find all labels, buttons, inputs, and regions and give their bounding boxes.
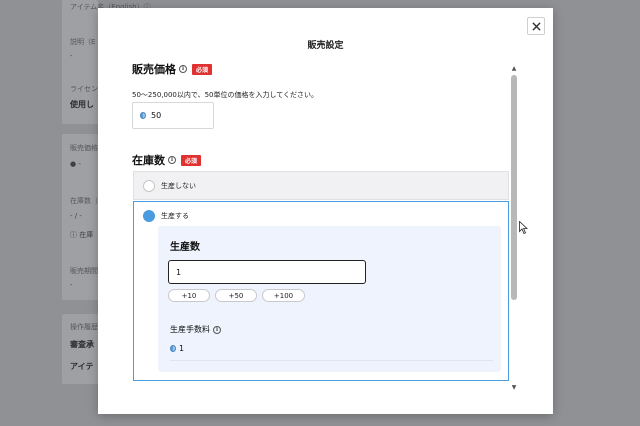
option-produce[interactable]: 生産する 生産数 1 +10 +50 +100 生産手数料 i 1 bbox=[133, 201, 509, 381]
price-heading: 販売価格 i 必須 bbox=[132, 61, 213, 77]
option-produce-header: 生産する bbox=[143, 210, 189, 222]
bg-description-value: - bbox=[70, 52, 73, 60]
production-quantity-input[interactable]: 1 bbox=[168, 260, 366, 284]
bg-description-label: 説明（E bbox=[70, 38, 96, 46]
coin-icon bbox=[140, 112, 146, 119]
add-50-button[interactable]: +50 bbox=[215, 289, 257, 302]
radio-produce[interactable] bbox=[143, 210, 155, 222]
scroll-up-arrow-icon[interactable]: ▲ bbox=[511, 66, 517, 72]
bg-price-label: 販売価格 bbox=[70, 144, 98, 152]
production-fee-label: 生産手数料 i bbox=[170, 324, 221, 335]
radio-no-production[interactable] bbox=[143, 179, 155, 192]
sales-settings-dialog: 販売設定 販売価格 i 必須 50〜250,000以内で、50単位の価格を入力し… bbox=[98, 8, 553, 414]
production-fee-amount: 1 bbox=[179, 344, 185, 353]
price-value: 50 bbox=[151, 111, 162, 120]
dialog-scroll-area[interactable]: 販売価格 i 必須 50〜250,000以内で、50単位の価格を入力してください… bbox=[98, 54, 553, 394]
required-badge: 必須 bbox=[192, 63, 213, 75]
bg-history-label: 操作履歴 bbox=[70, 323, 98, 331]
close-icon bbox=[531, 21, 541, 31]
scroll-down-arrow-icon[interactable]: ▼ bbox=[511, 385, 517, 391]
option-no-production-label: 生産しない bbox=[161, 181, 196, 190]
production-fee-value: 1 bbox=[170, 344, 184, 353]
option-no-production[interactable]: 生産しない bbox=[133, 171, 509, 200]
close-button[interactable] bbox=[527, 17, 545, 35]
bg-sales-period-label: 販売期間 bbox=[70, 267, 98, 275]
price-input[interactable]: 50 bbox=[132, 102, 214, 129]
option-produce-label: 生産する bbox=[161, 212, 189, 220]
bg-price-value: ● - bbox=[70, 160, 81, 168]
scrollbar-thumb[interactable] bbox=[511, 75, 517, 300]
production-title: 生産数 bbox=[170, 242, 200, 253]
price-heading-label: 販売価格 bbox=[132, 63, 176, 76]
coin-icon bbox=[170, 345, 176, 352]
dialog-scrollbar[interactable]: ▲ ▼ bbox=[511, 66, 517, 391]
required-badge: 必須 bbox=[181, 154, 202, 166]
production-quantity-value: 1 bbox=[176, 267, 182, 277]
bg-stock-value: - / - bbox=[70, 212, 82, 220]
bg-history-item-2: アイテ bbox=[70, 362, 94, 371]
dialog-title: 販売設定 bbox=[307, 41, 344, 51]
divider bbox=[170, 360, 493, 361]
mouse-cursor-icon bbox=[519, 221, 528, 234]
info-icon[interactable]: i bbox=[179, 65, 187, 73]
info-icon[interactable]: i bbox=[168, 156, 176, 164]
add-10-button[interactable]: +10 bbox=[168, 289, 210, 302]
bg-license-label: ライセン bbox=[70, 85, 98, 93]
stock-heading: 在庫数 i 必須 bbox=[132, 152, 202, 168]
price-help-text: 50〜250,000以内で、50単位の価格を入力してください。 bbox=[132, 91, 319, 99]
production-panel: 生産数 1 +10 +50 +100 生産手数料 i 1 bbox=[158, 226, 501, 372]
bg-sales-period-value: - bbox=[70, 281, 73, 289]
info-icon[interactable]: i bbox=[213, 325, 221, 334]
bg-stock-label: 在庫数（ bbox=[70, 197, 98, 205]
bg-history-item-1: 審査承 bbox=[70, 340, 94, 349]
production-fee-label-text: 生産手数料 bbox=[170, 325, 210, 334]
bg-license-value: 使用し bbox=[70, 100, 94, 109]
bg-stock-note: ⓘ 在庫 bbox=[70, 231, 94, 239]
add-100-button[interactable]: +100 bbox=[262, 289, 305, 302]
stock-heading-label: 在庫数 bbox=[132, 154, 165, 167]
